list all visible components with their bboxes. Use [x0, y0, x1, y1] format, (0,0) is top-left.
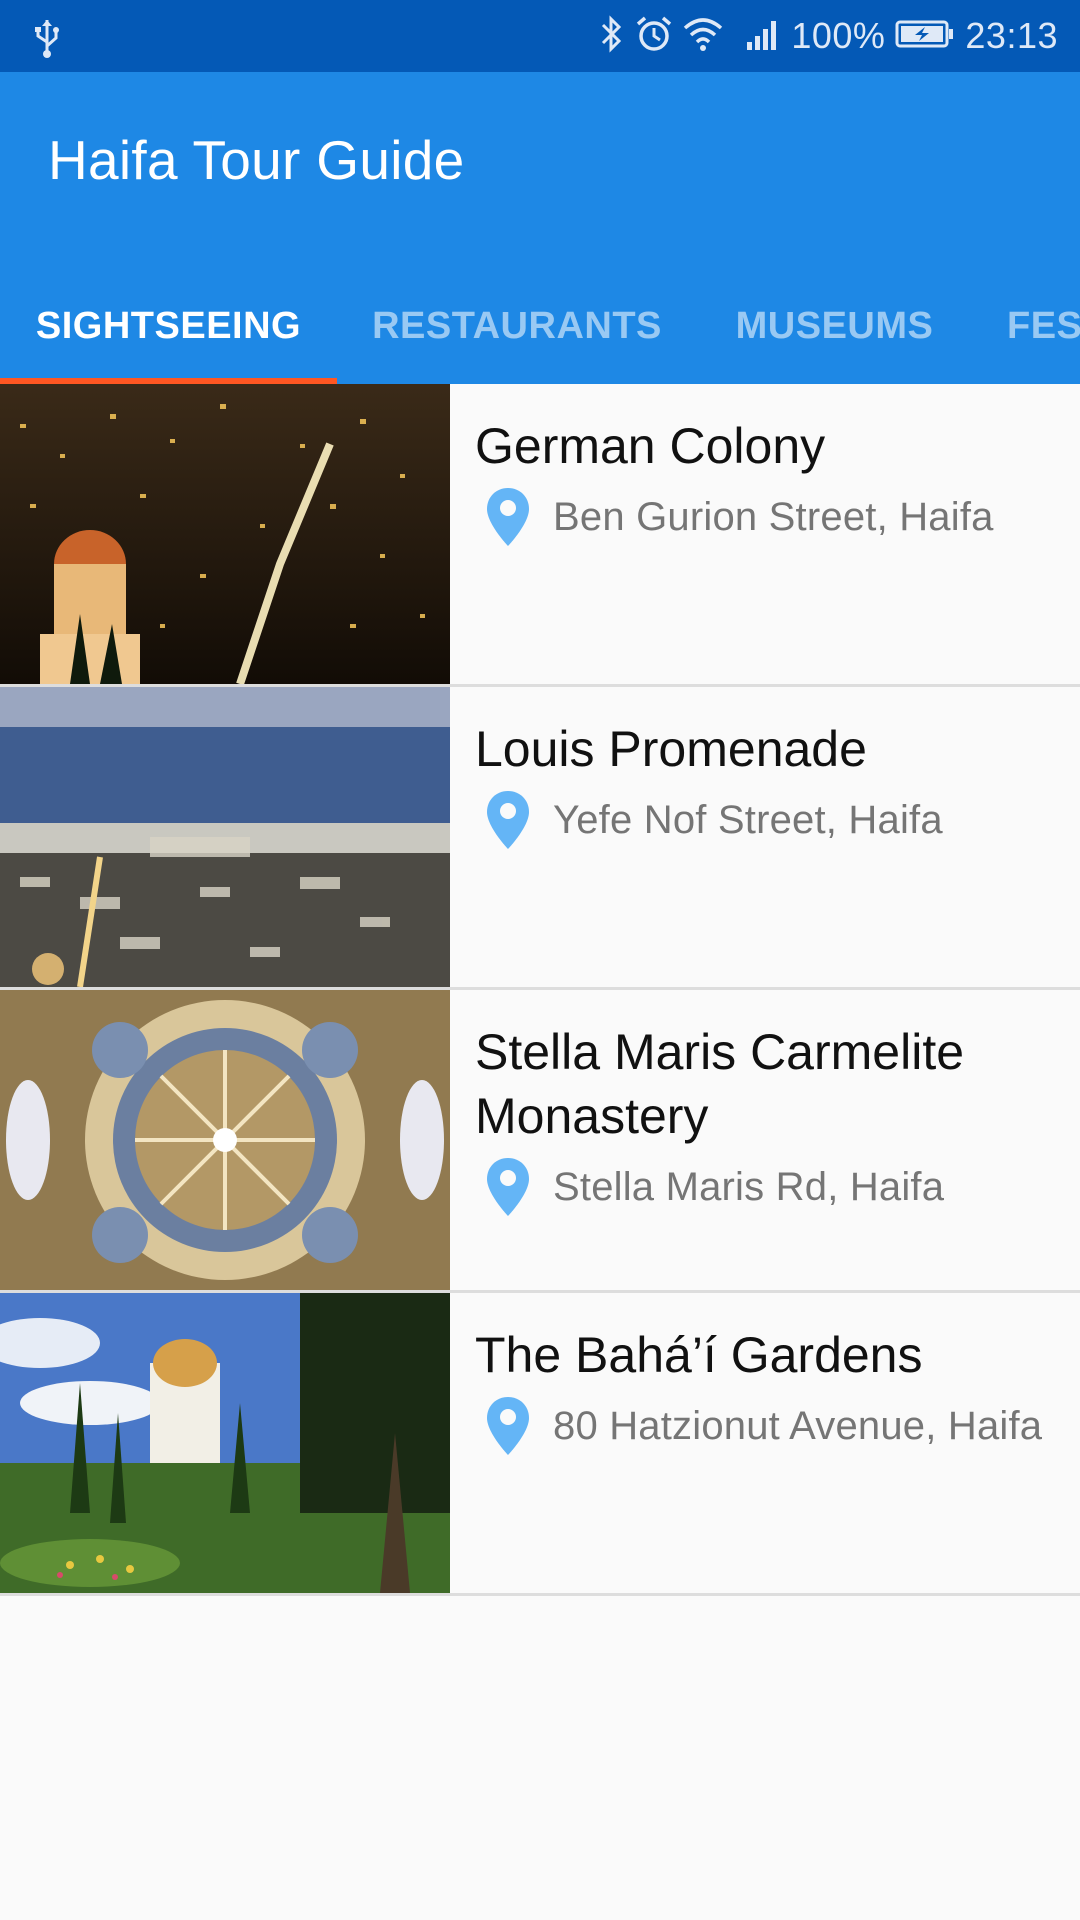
location-pin-icon [487, 791, 529, 849]
battery-percent: 100% [791, 15, 886, 56]
status-bar: 100% 23:13 [0, 0, 1080, 72]
list-item[interactable]: Stella Maris Carmelite Monastery Stella … [0, 990, 1080, 1293]
tab-festivals[interactable]: FESTIVALS [1007, 268, 1080, 384]
place-address: 80 Hatzionut Avenue, Haifa [553, 1403, 1043, 1448]
place-address-row: Yefe Nof Street, Haifa [485, 789, 943, 851]
place-address: Stella Maris Rd, Haifa [553, 1164, 945, 1209]
signal-icon [745, 16, 781, 57]
place-address: Ben Gurion Street, Haifa [553, 494, 994, 539]
place-address-row: Stella Maris Rd, Haifa [485, 1156, 944, 1218]
places-list: German Colony Ben Gurion Street, Haifa L… [0, 384, 1080, 1596]
wifi-icon [683, 16, 723, 57]
location-pin-icon [487, 1397, 529, 1455]
tab-bar: SIGHTSEEING RESTAURANTS MUSEUMS FESTIVAL… [0, 268, 1080, 384]
battery-charging-icon [895, 19, 955, 54]
place-name: Stella Maris Carmelite Monastery [475, 1024, 965, 1144]
tab-museums[interactable]: MUSEUMS [697, 268, 972, 384]
location-pin-icon [487, 1158, 529, 1216]
place-image [0, 384, 450, 684]
bluetooth-icon [599, 14, 625, 58]
usb-icon [32, 18, 62, 58]
place-address: Yefe Nof Street, Haifa [553, 797, 943, 842]
place-image [0, 990, 450, 1290]
alarm-icon [635, 15, 673, 58]
tab-restaurants[interactable]: RESTAURANTS [337, 268, 697, 384]
app-bar: Haifa Tour Guide SIGHTSEEING RESTAURANTS… [0, 72, 1080, 384]
location-pin-icon [487, 488, 529, 546]
place-name: The Bahá’í Gardens [475, 1327, 923, 1383]
place-address-row: 80 Hatzionut Avenue, Haifa [485, 1395, 1042, 1457]
tab-label: FESTIVALS [1007, 304, 1080, 347]
list-item[interactable]: The Bahá’í Gardens 80 Hatzionut Avenue, … [0, 1293, 1080, 1596]
tab-label: MUSEUMS [735, 304, 934, 347]
place-image [0, 687, 450, 987]
tab-label: SIGHTSEEING [35, 304, 302, 347]
place-name: German Colony [475, 418, 826, 474]
tab-sightseeing[interactable]: SIGHTSEEING [0, 268, 337, 384]
place-name: Louis Promenade [475, 721, 867, 777]
place-image [0, 1293, 450, 1593]
list-item[interactable]: Louis Promenade Yefe Nof Street, Haifa [0, 687, 1080, 990]
list-item[interactable]: German Colony Ben Gurion Street, Haifa [0, 384, 1080, 687]
tab-label: RESTAURANTS [372, 304, 662, 347]
app-title: Haifa Tour Guide [48, 129, 465, 191]
clock: 23:13 [965, 15, 1058, 56]
place-address-row: Ben Gurion Street, Haifa [485, 486, 994, 548]
